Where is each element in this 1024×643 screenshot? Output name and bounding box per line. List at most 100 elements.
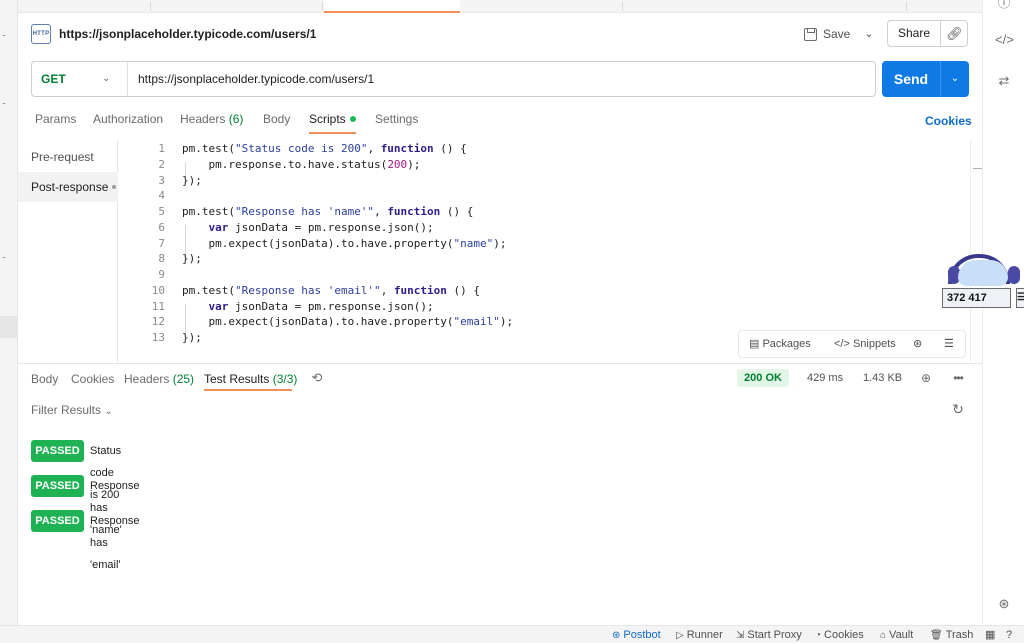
tab-headers[interactable]: Headers (6) [180,112,243,132]
cookies-link[interactable]: Cookies [925,114,972,128]
resp-headers-count: (25) [172,372,195,386]
footer-cookies[interactable]: ◔ Cookies [815,626,864,643]
resp-tab-cookies[interactable]: Cookies [71,372,114,386]
scripts-active-dot [349,116,356,122]
tab-headers-count: (6) [228,112,244,126]
network-globe-icon[interactable]: ⊕ [918,370,934,386]
footer-runner[interactable]: ▷ Runner [676,626,723,643]
filter-results-dropdown[interactable]: Filter Results ⌄ [31,403,113,417]
response-size[interactable]: 1.43 KB [863,372,902,384]
save-options-chevron-icon[interactable]: ⌄ [858,22,880,46]
snippets-button[interactable]: </> Snippets [834,331,896,357]
save-button[interactable]: Save [804,22,858,46]
packages-button[interactable]: ▤ Packages [749,331,811,357]
tab-scripts-label: Scripts [309,112,346,126]
history-icon[interactable]: ⟲ [309,370,325,386]
active-tab-indicator [309,132,356,134]
code-line[interactable]: }); [182,174,202,187]
package-icon: ▤ [749,338,760,350]
info-icon[interactable]: ⓘ [995,0,1013,12]
line-number: 2 [158,157,165,171]
related-collections-icon[interactable]: ⇄ [995,72,1013,90]
more-dots-icon[interactable]: .. [2,250,6,260]
url-input[interactable]: https://jsonplaceholder.typicode.com/use… [138,62,374,96]
widget-menu-icon[interactable]: ☰ [1016,288,1024,308]
postbot-icon[interactable]: ⊛ [913,331,922,357]
line-number: 5 [158,205,165,218]
footer-trash[interactable]: 🗑︎ Trash [930,626,973,643]
right-sidebar-strip: ⓘ </> ⇄ [982,0,1024,625]
method-select[interactable]: GET [41,62,66,96]
code-icon[interactable]: </> [995,31,1014,49]
line-number: 6 [158,220,165,234]
response-time[interactable]: 429 ms [807,372,843,384]
code-line[interactable]: }); [182,252,202,265]
more-options-icon[interactable]: ••• [950,370,966,386]
active-request-tab[interactable] [324,0,460,13]
footer-vault[interactable]: ⌂ Vault [880,626,913,643]
url-bar: GET ⌄ https://jsonplaceholder.typicode.c… [31,61,876,97]
code-line[interactable]: pm.response.to.have.status(200); [182,158,420,171]
line-number: 3 [158,173,165,187]
method-chevron-down-icon[interactable]: ⌄ [102,62,110,96]
post-response-item[interactable]: Post-response [18,172,118,202]
request-title[interactable]: https://jsonplaceholder.typicode.com/use… [59,27,316,41]
post-response-dot [112,185,117,189]
headphone-cup-right [1008,266,1020,284]
proxy-icon: ⇲ [736,630,745,641]
resp-tab-body[interactable]: Body [31,372,58,386]
response-divider[interactable] [18,363,982,364]
line-number: 11 [151,299,165,313]
code-line[interactable]: var jsonData = pm.response.json(); [182,300,434,313]
send-button[interactable]: Send [882,61,940,97]
send-options-chevron-down-icon[interactable]: ⌄ [941,61,969,97]
tab-separator [906,2,907,11]
packages-label: Packages [762,338,811,350]
postbot-side-icon[interactable]: ⊛ [995,595,1013,613]
tab-separator [622,2,623,11]
tab-body[interactable]: Body [263,112,290,132]
more-dots-icon[interactable]: .. [2,96,6,106]
http-request-icon: HTTP [31,24,51,44]
copy-link-icon[interactable]: 🔗︎ [941,21,968,46]
code-editor[interactable]: 1 pm.test("Status code is 200", function … [119,140,970,362]
resp-tab-test-results[interactable]: Test Results (3/3) [204,372,297,386]
resp-headers-label: Headers [124,372,170,386]
status-badge[interactable]: 200 OK [737,369,789,387]
code-line[interactable]: pm.expect(jsonData).to.have.property("na… [182,237,506,250]
footer-start-proxy[interactable]: ⇲ Start Proxy [736,626,802,643]
code-line[interactable]: pm.test("Status code is 200", function (… [182,142,467,155]
chevron-down-icon: ⌄ [104,406,113,417]
tab-settings[interactable]: Settings [375,112,418,132]
code-line[interactable]: pm.expect(jsonData).to.have.property("em… [182,315,513,328]
footer-postbot[interactable]: ⊛ Postbot [612,626,661,643]
code-line[interactable]: pm.test("Response has 'name'", function … [182,205,473,218]
format-icon[interactable]: ☰ [944,331,954,357]
pre-request-item[interactable]: Pre-request [31,150,94,164]
floating-mascot-widget[interactable]: 372 417 ☰ [942,244,1024,310]
tab-headers-label: Headers [180,112,226,126]
test-results-label: Test Results [204,372,270,386]
layout-toggle-icon[interactable]: ▦ [985,626,995,643]
post-response-label: Post-response [31,180,109,194]
code-line[interactable]: }); [182,331,202,344]
more-dots-icon[interactable]: .. [2,28,6,38]
tab-separator [150,2,151,11]
line-number: 13 [151,331,165,344]
tab-authorization[interactable]: Authorization [93,112,163,132]
tab-scripts[interactable]: Scripts [309,112,356,132]
passed-badge: PASSED [31,440,84,462]
line-number: 9 [158,268,165,281]
refresh-icon[interactable]: ↻ [950,401,966,417]
code-line[interactable]: var jsonData = pm.response.json(); [182,221,434,234]
save-label: Save [823,27,851,41]
code-line[interactable]: pm.test("Response has 'email'", function… [182,284,480,297]
resp-tab-headers[interactable]: Headers (25) [124,372,194,386]
footer-cookies-label: Cookies [824,629,864,641]
footer-runner-label: Runner [686,629,723,641]
help-icon[interactable]: ? [1006,626,1012,643]
selected-sidebar-item[interactable] [0,316,17,338]
code-icon: </> [834,338,850,350]
tab-params[interactable]: Params [35,112,76,132]
share-button[interactable]: Share [888,21,940,46]
